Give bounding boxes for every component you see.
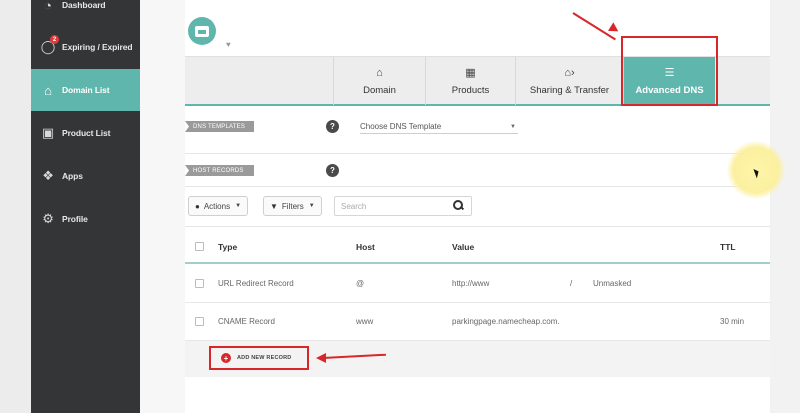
right-edge-panel (770, 0, 800, 413)
sidebar-item-apps[interactable]: ❖ Apps (31, 155, 140, 197)
gear-icon: ⚙ (42, 211, 54, 226)
home-icon: ⌂ (44, 82, 52, 98)
record-value: parkingpage.namecheap.com. (452, 317, 560, 326)
chevron-down-icon: ▼ (235, 203, 242, 209)
button-label: Actions (203, 201, 231, 211)
apps-icon: ❖ (42, 168, 54, 183)
annotation-highlight-box (209, 346, 309, 370)
dns-templates-tag: DNS TEMPLATES (185, 121, 254, 132)
dns-template-select[interactable]: Choose DNS Template ▼ (360, 120, 518, 134)
filters-button[interactable]: ▼ Filters ▼ (263, 196, 322, 216)
annotation-arrow-head (316, 353, 326, 363)
notification-badge: 2 (50, 35, 59, 44)
sidebar-item-dashboard[interactable]: ◔ Dashboard (31, 0, 140, 26)
column-header-value[interactable]: Value (452, 242, 474, 252)
help-icon[interactable]: ? (326, 164, 339, 177)
stopwatch-icon: ◯ 2 (39, 35, 59, 56)
dropdown-mark-icon: ♥ (226, 40, 231, 49)
cube-icon: ▦ (465, 67, 476, 79)
section-divider (185, 153, 770, 154)
button-label: Filters (281, 201, 304, 211)
table-row[interactable]: CNAME Record www parkingpage.namecheap.c… (185, 303, 770, 341)
record-type: URL Redirect Record (218, 279, 294, 288)
sidebar-item-expiring[interactable]: ◯ 2 Expiring / Expired (31, 26, 140, 68)
tab-label: Domain (363, 84, 396, 96)
column-header-type[interactable]: Type (218, 242, 237, 252)
row-checkbox[interactable] (195, 317, 204, 326)
box-icon: ▣ (41, 125, 55, 140)
content-gutter (140, 0, 185, 413)
tab-products[interactable]: ▦ Products (425, 57, 515, 105)
search-icon[interactable] (452, 199, 464, 211)
record-value-separator: / (570, 279, 573, 288)
sidebar-item-label: Dashboard (62, 0, 106, 10)
sidebar-item-profile[interactable]: ⚙ Profile (31, 198, 140, 240)
record-redirect-mode: Unmasked (593, 279, 632, 288)
host-records-tag: HOST RECORDS (185, 165, 254, 176)
table-row[interactable]: URL Redirect Record @ http://www / Unmas… (185, 265, 770, 303)
tab-label: Sharing & Transfer (529, 84, 610, 96)
sidebar-item-label: Domain List (62, 85, 110, 95)
records-table-header: Type Host Value TTL (185, 226, 770, 264)
chevron-down-icon: ▼ (308, 203, 315, 209)
sidebar-item-label: Expiring / Expired (62, 42, 133, 52)
section-divider (185, 186, 770, 187)
record-type: CNAME Record (218, 317, 275, 326)
sidebar-item-product-list[interactable]: ▣ Product List (31, 112, 140, 154)
select-all-checkbox[interactable] (195, 242, 204, 251)
column-header-ttl[interactable]: TTL (720, 242, 736, 252)
tab-sharing-transfer[interactable]: ⌂› Sharing & Transfer (515, 57, 623, 105)
filter-icon: ▼ (270, 201, 278, 211)
play-circle-icon: ● (195, 201, 200, 211)
home-icon: ⌂ (376, 66, 383, 79)
actions-button[interactable]: ● Actions ▼ (188, 196, 249, 216)
record-host: @ (356, 279, 365, 288)
record-ttl: 30 min (720, 317, 745, 326)
domain-store-icon (188, 17, 216, 45)
help-icon[interactable]: ? (326, 120, 339, 133)
tab-label: Products (451, 85, 490, 96)
select-value: Choose DNS Template (360, 122, 442, 131)
record-value: http://www (452, 279, 490, 288)
sidebar-item-label: Apps (62, 171, 83, 181)
sidebar-item-label: Profile (62, 214, 88, 224)
sidebar: ◔ Dashboard ◯ 2 Expiring / Expired ⌂ Doma… (31, 0, 146, 413)
record-host: www (356, 317, 374, 326)
annotation-highlight-box (621, 36, 718, 106)
share-home-icon: ⌂› (564, 66, 575, 79)
gauge-icon: ◔ (44, 0, 52, 13)
column-header-host[interactable]: Host (356, 242, 375, 252)
tab-domain[interactable]: ⌂ Domain (333, 57, 425, 105)
chevron-down-icon: ▼ (510, 123, 516, 130)
sidebar-item-domain-list[interactable]: ⌂ Domain List (31, 69, 146, 111)
sidebar-item-label: Product List (62, 128, 111, 138)
row-checkbox[interactable] (195, 279, 204, 288)
left-edge-panel (0, 0, 31, 413)
